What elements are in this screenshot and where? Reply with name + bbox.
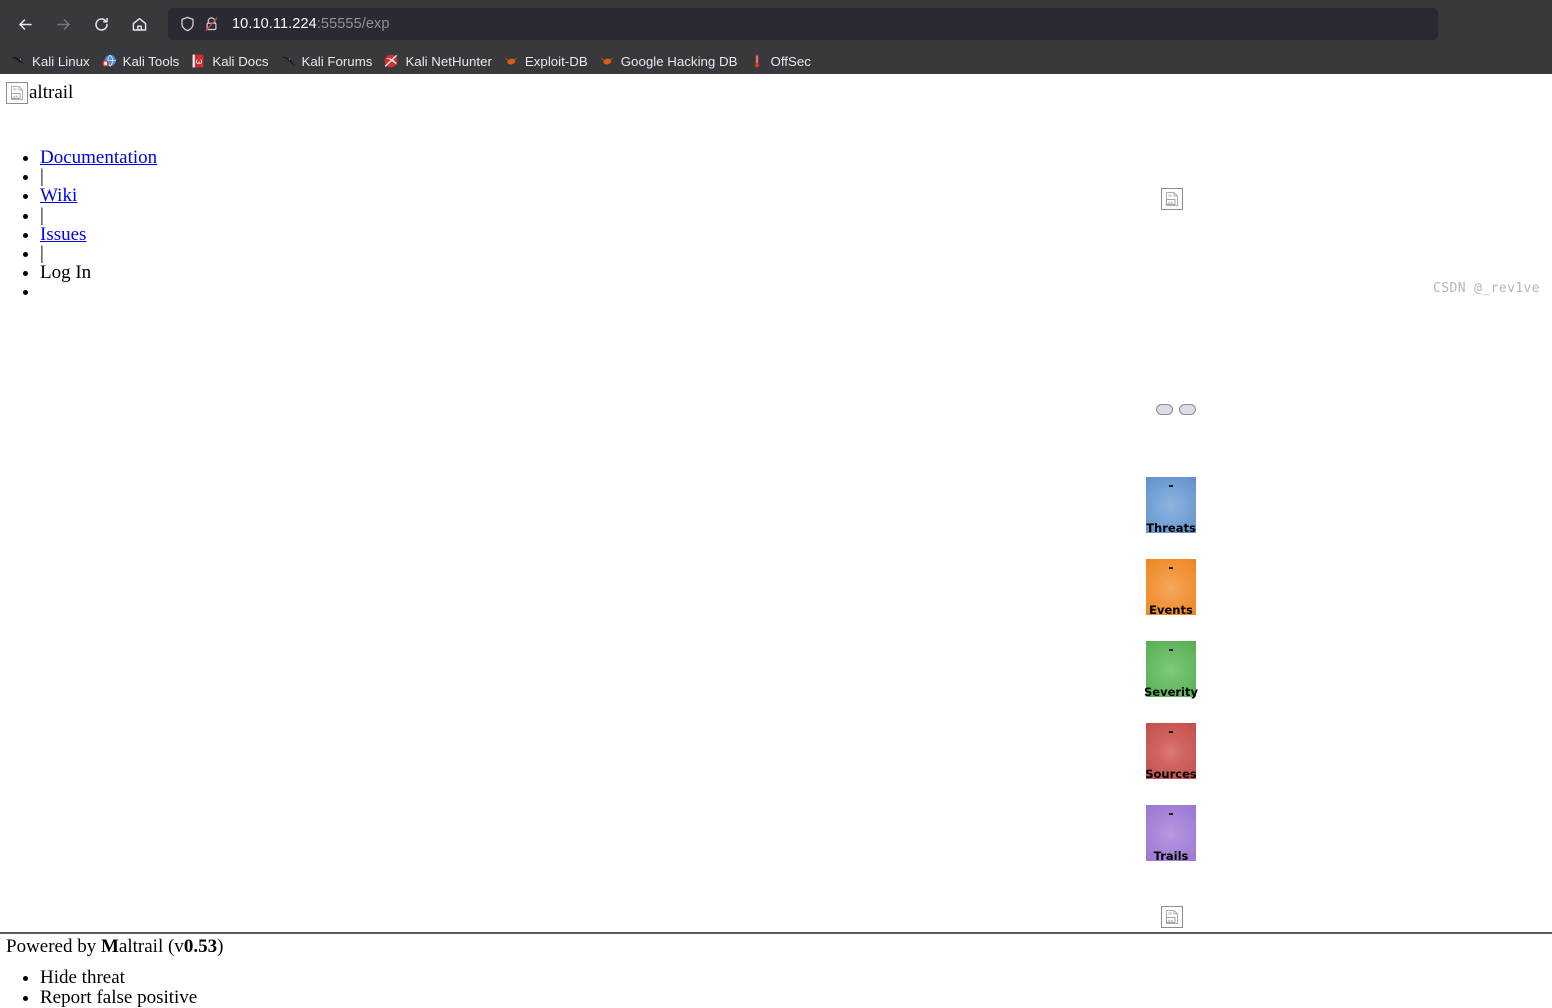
broken-image-icon[interactable] (6, 82, 28, 104)
footer-action-list: Hide threat Report false positive (0, 968, 1552, 1007)
bookmark-label: Kali NetHunter (405, 53, 492, 69)
navigation-toolbar: 10.10.11.224:55555/exp (0, 0, 1552, 48)
stat-card-threats[interactable]: - Threats (1146, 477, 1196, 534)
bookmark-google-hacking-db[interactable]: Google Hacking DB (595, 50, 745, 72)
powered-bold-m: M (100, 936, 119, 957)
exploit-db-icon (503, 53, 519, 69)
browser-chrome: 10.10.11.224:55555/exp Kali Linux Kali T… (0, 0, 1552, 74)
forward-button[interactable] (46, 7, 80, 41)
bottom-broken-image[interactable] (1161, 906, 1183, 928)
powered-middle: altrail (v (118, 936, 184, 957)
back-button[interactable] (8, 7, 42, 41)
stat-card-events[interactable]: - Events (1146, 559, 1196, 616)
stat-card-severity[interactable]: - Severity (1144, 641, 1198, 698)
stat-card-trails[interactable]: - Trails (1146, 805, 1196, 862)
stat-label: Sources (1145, 767, 1197, 781)
footer-item-report-false-positive[interactable]: Report false positive (40, 986, 1552, 1008)
offsec-icon (749, 53, 765, 69)
bookmark-label: Kali Forums (301, 53, 373, 69)
nav-item-login[interactable]: Log In (40, 263, 1552, 282)
page-content: altrail Documentation | Wiki | Issues | … (0, 74, 1552, 1007)
bookmark-kali-nethunter[interactable]: Kali NetHunter (379, 50, 498, 72)
bookmark-label: Google Hacking DB (620, 53, 738, 69)
kali-tools-icon (101, 53, 117, 69)
url-text: 10.10.11.224:55555/exp (232, 16, 390, 32)
lock-crossed-icon[interactable] (200, 13, 222, 35)
bookmarks-bar: Kali Linux Kali Tools ω Kali Docs Kali F… (0, 48, 1552, 74)
footer-item-hide-threat[interactable]: Hide threat (40, 968, 1552, 988)
bookmark-label: Kali Tools (122, 53, 180, 69)
nav-separator-2: | (40, 204, 1552, 226)
stat-cards: - Threats - Events - Severity - Sources … (1144, 477, 1198, 887)
stat-label: Severity (1144, 685, 1198, 699)
separator-bar: | (40, 204, 44, 226)
documentation-link[interactable]: Documentation (40, 147, 157, 168)
page-title: altrail (29, 82, 74, 103)
kali-nethunter-icon (383, 53, 399, 69)
watermark: CSDN @_rev1ve (1433, 280, 1540, 296)
bookmark-label: Exploit-DB (524, 53, 588, 69)
kali-forums-icon (280, 53, 296, 69)
wiki-link[interactable]: Wiki (40, 185, 77, 206)
separator-bar: | (40, 166, 44, 188)
reload-button[interactable] (84, 7, 118, 41)
powered-suffix: ) (217, 936, 224, 957)
powered-version: 0.53 (183, 936, 218, 957)
bookmark-label: Kali Docs (212, 53, 269, 69)
toggle-pill-row (1156, 404, 1196, 415)
stat-value: - (1168, 807, 1174, 822)
bookmark-label: OffSec (770, 53, 811, 69)
toggle-pill-1[interactable] (1156, 404, 1173, 415)
hide-threat-label: Hide threat (40, 967, 125, 988)
bookmark-kali-tools[interactable]: Kali Tools (97, 50, 187, 72)
kali-docs-icon: ω (190, 53, 206, 69)
top-nav-list: Documentation | Wiki | Issues | Log In (0, 148, 1552, 302)
bookmark-offsec[interactable]: OffSec (745, 50, 818, 72)
powered-by-text: Powered by Maltrail (v0.53) (0, 934, 1552, 958)
toggle-pill-2[interactable] (1179, 404, 1196, 415)
stat-label: Threats (1146, 521, 1196, 535)
nav-item-documentation[interactable]: Documentation (40, 148, 1552, 167)
stat-label: Events (1149, 603, 1193, 617)
broken-image-icon[interactable] (1161, 906, 1183, 928)
nav-separator-3: | (40, 244, 1552, 263)
bookmark-kali-forums[interactable]: Kali Forums (276, 50, 380, 72)
home-button[interactable] (122, 7, 156, 41)
broken-image-icon[interactable] (1161, 188, 1183, 210)
stat-label: Trails (1153, 849, 1189, 863)
top-broken-image[interactable] (1161, 188, 1183, 210)
kali-dragon-icon (10, 53, 26, 69)
nav-item-issues[interactable]: Issues (40, 225, 1552, 244)
nav-item-wiki[interactable]: Wiki (40, 186, 1552, 205)
bookmark-label: Kali Linux (32, 53, 90, 69)
stat-card-sources[interactable]: - Sources (1145, 723, 1197, 780)
stat-value: - (1168, 725, 1174, 740)
url-path: :55555/exp (316, 16, 390, 32)
stat-value: - (1168, 643, 1174, 658)
bookmark-kali-docs[interactable]: ω Kali Docs (186, 50, 275, 72)
login-label: Log In (40, 262, 92, 284)
nav-separator-1: | (40, 167, 1552, 186)
google-hacking-db-icon (599, 53, 615, 69)
page-footer: Powered by Maltrail (v0.53) Hide threat … (0, 934, 1552, 1007)
report-false-positive-label: Report false positive (40, 986, 198, 1008)
stat-value: - (1168, 561, 1174, 576)
svg-text:ω: ω (196, 57, 203, 66)
page-header: altrail (0, 74, 1552, 104)
powered-prefix: Powered by (6, 936, 101, 957)
nav-item-empty (40, 282, 1552, 301)
separator-bar: | (40, 243, 44, 265)
address-bar[interactable]: 10.10.11.224:55555/exp (168, 8, 1438, 40)
issues-link[interactable]: Issues (40, 224, 86, 245)
bookmark-exploit-db[interactable]: Exploit-DB (499, 50, 595, 72)
shield-icon[interactable] (176, 13, 198, 35)
url-host: 10.10.11.224 (232, 16, 317, 32)
stat-value: - (1168, 479, 1174, 494)
bookmark-kali-linux[interactable]: Kali Linux (6, 50, 97, 72)
